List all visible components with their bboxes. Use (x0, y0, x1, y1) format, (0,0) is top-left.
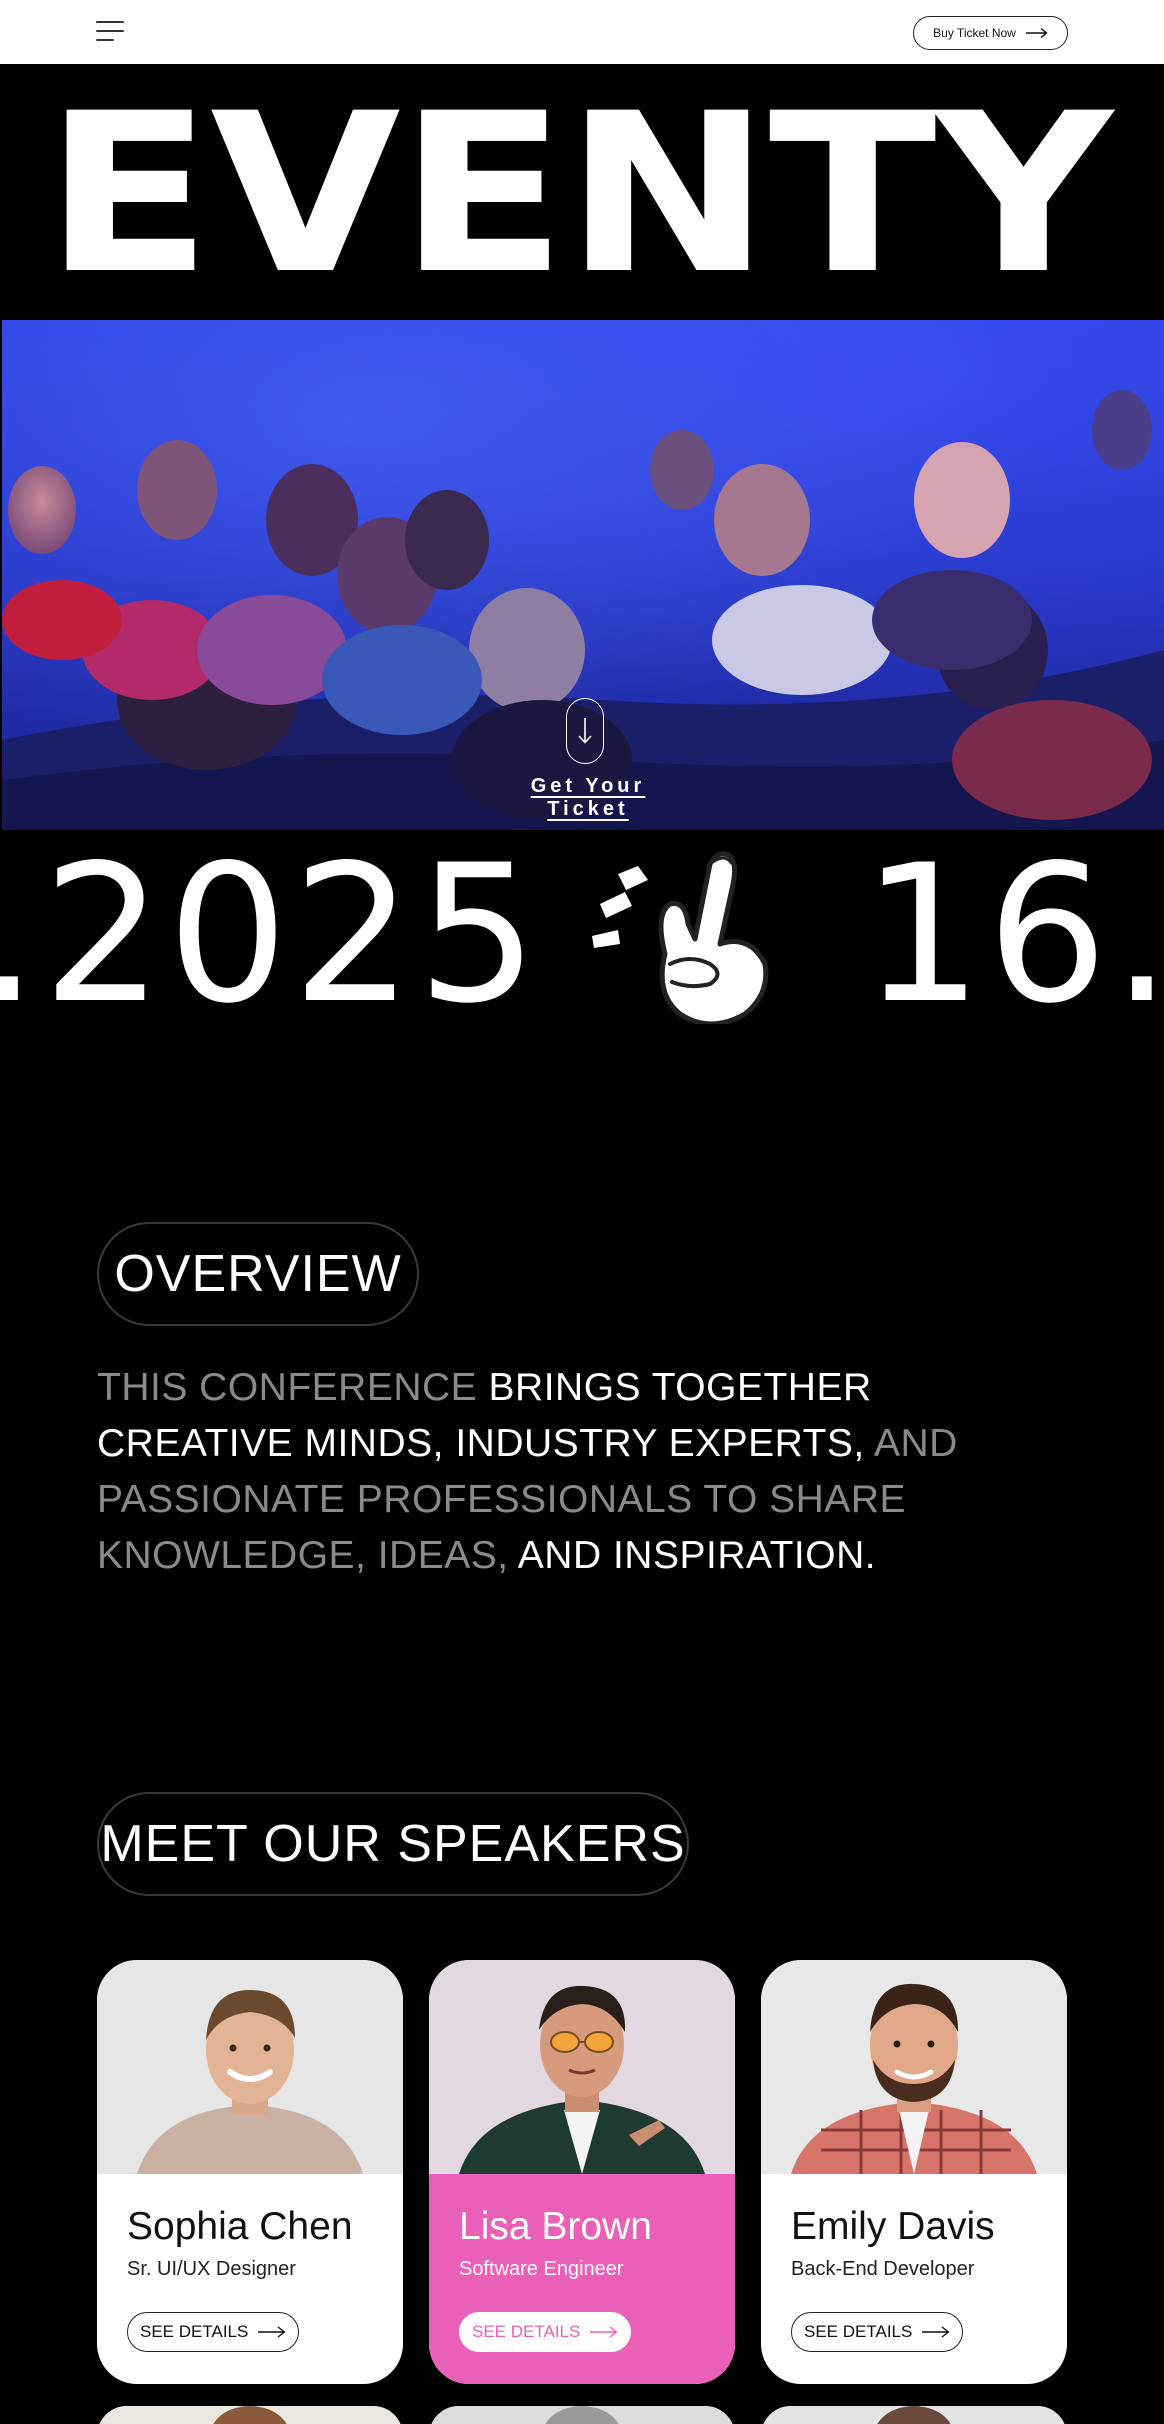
buy-ticket-button[interactable]: Buy Ticket Now (913, 16, 1068, 50)
buy-ticket-label: Buy Ticket Now (933, 26, 1016, 40)
speaker-role: Back-End Developer (791, 2258, 975, 2280)
speaker-info: Emily Davis Back-End Developer SEE DETAI… (761, 2174, 1067, 2384)
hero-image: Get Your Ticket (2, 320, 1164, 830)
speaker-photo (429, 2406, 735, 2424)
speaker-card[interactable]: Lisa Brown Software Engineer SEE DETAILS (429, 1960, 735, 2384)
speaker-card-partial[interactable] (429, 2406, 735, 2424)
arrow-right-icon (590, 2326, 618, 2338)
date-text-left: .2025 (0, 830, 542, 1030)
overview-segment: THIS CONFERENCE (97, 1366, 489, 1409)
brand-marquee: EVENTY EV (0, 64, 1164, 320)
speaker-name: Sophia Chen (127, 2205, 353, 2248)
see-details-label: SEE DETAILS (472, 2322, 581, 2341)
menu-icon[interactable] (96, 21, 124, 43)
scroll-down-button[interactable] (566, 698, 604, 764)
speaker-card-partial[interactable] (761, 2406, 1067, 2424)
peace-hand-icon (592, 851, 769, 1024)
speaker-photo (97, 1960, 403, 2174)
get-ticket-link[interactable]: Get Your Ticket (488, 775, 688, 821)
overview-segment: AND INSPIRATION. (517, 1534, 877, 1577)
see-details-label: SEE DETAILS (804, 2322, 913, 2341)
arrow-right-icon (258, 2326, 286, 2338)
arrow-right-icon (1025, 28, 1048, 38)
speaker-photo (97, 2406, 403, 2424)
speaker-photo (429, 1960, 735, 2174)
date-text-right: 16.1 (862, 830, 1164, 1030)
overview-paragraph: THIS CONFERENCE BRINGS TOGETHER CREATIVE… (97, 1360, 1077, 1584)
speaker-name: Lisa Brown (459, 2205, 652, 2248)
see-details-button[interactable]: SEE DETAILS (127, 2312, 300, 2352)
speaker-card[interactable]: Emily Davis Back-End Developer SEE DETAI… (761, 1960, 1067, 2384)
speaker-name: Emily Davis (791, 2205, 995, 2248)
see-details-label: SEE DETAILS (140, 2322, 249, 2341)
speaker-role: Sr. UI/UX Designer (127, 2258, 296, 2280)
speaker-role: Software Engineer (459, 2258, 624, 2280)
speaker-info: Lisa Brown Software Engineer SEE DETAILS (429, 2174, 735, 2384)
overview-heading: OVERVIEW (97, 1222, 419, 1326)
arrow-right-icon (922, 2326, 950, 2338)
speaker-photo (761, 2406, 1067, 2424)
speaker-card[interactable]: Sophia Chen Sr. UI/UX Designer SEE DETAI… (97, 1960, 403, 2384)
date-marquee: .2025 16.1 (0, 830, 1164, 1030)
speaker-info: Sophia Chen Sr. UI/UX Designer SEE DETAI… (97, 2174, 403, 2384)
speakers-heading: MEET OUR SPEAKERS (97, 1792, 689, 1896)
brand-title: EVENTY EV (44, 66, 1164, 320)
speaker-card-partial[interactable] (97, 2406, 403, 2424)
see-details-button[interactable]: SEE DETAILS (459, 2312, 632, 2352)
speaker-photo (761, 1960, 1067, 2174)
site-header: Buy Ticket Now (0, 0, 1164, 64)
see-details-button[interactable]: SEE DETAILS (791, 2312, 964, 2352)
arrow-down-icon (578, 718, 592, 744)
